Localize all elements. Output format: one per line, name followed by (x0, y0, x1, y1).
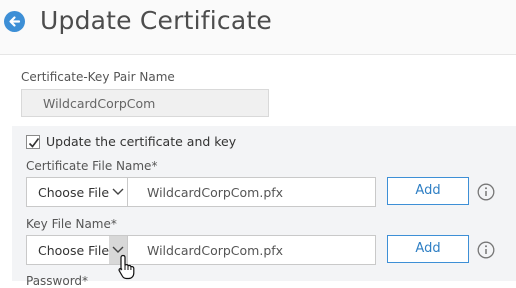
back-button[interactable] (4, 11, 25, 32)
key-add-button[interactable]: Add (387, 235, 469, 263)
update-checkbox-label: Update the certificate and key (46, 134, 237, 149)
cert-choose-file-label: Choose File (38, 185, 110, 200)
password-label: Password* (26, 274, 89, 288)
cert-file-label: Certificate File Name* (26, 159, 158, 173)
key-file-input: Choose File WildcardCorpCom.pfx (26, 235, 376, 265)
cert-choose-file-dropdown[interactable] (109, 178, 127, 206)
info-icon[interactable] (477, 183, 495, 201)
chevron-down-icon (112, 188, 124, 195)
pair-name-field: WildcardCorpCom (21, 89, 269, 117)
cert-file-name: WildcardCorpCom.pfx (147, 185, 284, 200)
page-title: Update Certificate (40, 6, 272, 35)
update-checkbox[interactable] (26, 135, 40, 149)
page-header: Update Certificate (0, 0, 516, 55)
pointer-cursor-icon (118, 254, 135, 280)
checkmark-icon (28, 138, 40, 148)
info-icon[interactable] (477, 241, 495, 259)
back-arrow-icon (9, 16, 21, 27)
pair-name-value: WildcardCorpCom (43, 96, 156, 111)
key-file-name: WildcardCorpCom.pfx (147, 243, 284, 258)
key-file-label: Key File Name* (26, 217, 117, 231)
cert-file-input: Choose File WildcardCorpCom.pfx (26, 177, 376, 207)
cert-add-button[interactable]: Add (387, 177, 469, 205)
pair-name-label: Certificate-Key Pair Name (21, 70, 175, 84)
key-choose-file-button[interactable]: Choose File (27, 236, 128, 264)
key-choose-file-label: Choose File (38, 243, 110, 258)
cert-choose-file-button[interactable]: Choose File (27, 178, 128, 206)
